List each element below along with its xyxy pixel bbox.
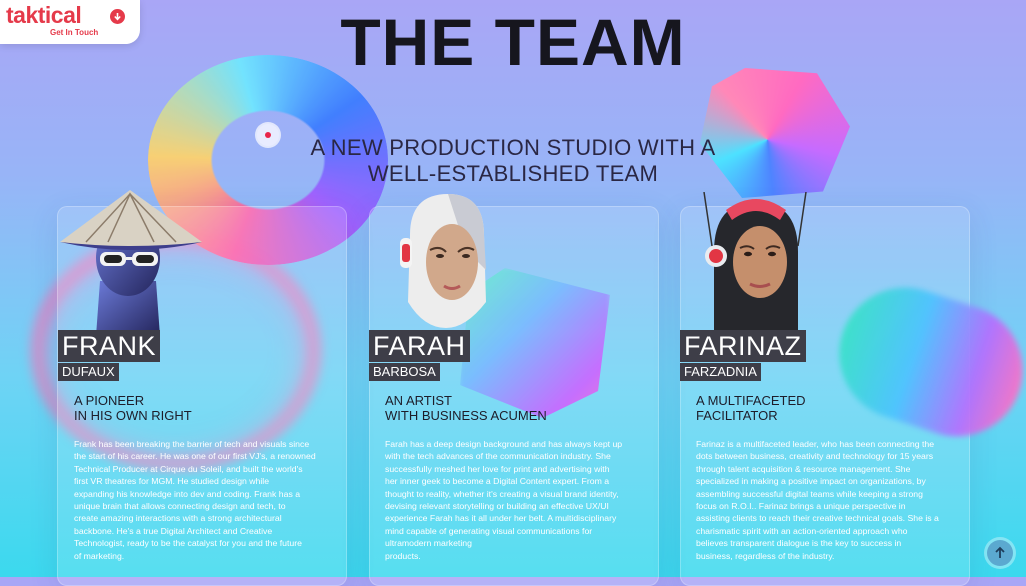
subtitle-line: WELL-ESTABLISHED TEAM (367, 161, 659, 186)
farinaz-last-name: FARZADNIA (680, 363, 761, 381)
role-line: WITH BUSINESS ACUMEN (385, 408, 547, 423)
bio-line: her inner geek to become a Digital Conte… (385, 476, 610, 487)
bio-line: dots between business, creativity and te… (696, 451, 934, 462)
bio-line: assembling successful digital teams whil… (696, 488, 923, 499)
bio-line: Farah has a deep design background and h… (385, 439, 623, 449)
page-title: THE TEAM (340, 5, 686, 79)
frank-role: A PIONEER IN HIS OWN RIGHT (74, 393, 192, 423)
role-line: IN HIS OWN RIGHT (74, 408, 192, 423)
bio-line: Frank has been breaking the barrier of t… (74, 439, 310, 449)
bio-line: backbone. He's a true Digital Architect … (74, 525, 273, 536)
farinaz-role: A MULTIFACETED FACILITATOR (696, 393, 806, 423)
scroll-to-top-button[interactable] (987, 540, 1013, 566)
bio-line: of marketing. (74, 550, 125, 561)
bio-line: create amazing interactions with a stron… (74, 513, 282, 524)
cursor-dot (257, 124, 279, 146)
farinaz-avatar (703, 192, 807, 332)
farah-first-name: FARAH (369, 330, 470, 362)
role-line: A PIONEER (74, 393, 145, 408)
bio-line: mind capable of generating visual commun… (385, 525, 593, 536)
bio-line: through talent acquisition & resource ma… (696, 463, 911, 474)
frank-first-name: FRANK (58, 330, 161, 362)
bio-line: the start of his career. He was one of o… (74, 451, 316, 462)
farinaz-first-name: FARINAZ (680, 330, 806, 362)
page-subtitle: A NEW PRODUCTION STUDIO WITH A WELL-ESTA… (300, 135, 726, 187)
bio-line: ultramodern marketing (385, 538, 472, 549)
bio-line: Technical Producer at Cirque du Soleil, … (74, 463, 303, 474)
bio-line: unique brain that allows connecting desi… (74, 501, 286, 512)
subtitle-line: A NEW PRODUCTION STUDIO WITH A (310, 135, 716, 160)
bio-line: first VR theatres for MGM. He studied de… (74, 476, 270, 487)
arrow-up-icon (995, 546, 1005, 558)
frank-last-name: DUFAUX (58, 363, 119, 381)
bio-line: successfully meshed her love for print a… (385, 463, 610, 474)
bio-line: charismatic spirit with an action-orient… (696, 525, 908, 536)
bio-line: assisting clients to reach their creativ… (696, 513, 939, 524)
farinaz-bio: Farinaz is a multifaceted leader, who ha… (696, 438, 954, 562)
bio-line: focus on R.O.I.. Farinaz brings a unique… (696, 501, 906, 512)
bio-line: devising relevant storytelling or buildi… (385, 501, 609, 512)
bio-line: thought to reality, whether it's creatin… (385, 488, 619, 499)
bio-line: business, regardless of the industry. (696, 550, 835, 561)
frank-avatar (60, 190, 202, 336)
bio-line: believes transparent dialogue is the key… (696, 538, 902, 549)
bio-line: with the tech advances of the communicat… (385, 451, 611, 462)
role-line: FACILITATOR (696, 408, 778, 423)
farah-role: AN ARTIST WITH BUSINESS ACUMEN (385, 393, 547, 423)
frank-bio: Frank has been breaking the barrier of t… (74, 438, 332, 562)
bio-line: specialized in making a positive impact … (696, 476, 926, 487)
farah-bio: Farah has a deep design background and h… (385, 438, 643, 562)
bio-line: expanding his knowledge into dev and cod… (74, 488, 301, 499)
role-line: A MULTIFACETED (696, 393, 806, 408)
bio-line: Farinaz is a multifaceted leader, who ha… (696, 439, 935, 449)
bio-line: Technologist, ready to be the catalyst f… (74, 538, 302, 549)
role-line: AN ARTIST (385, 393, 452, 408)
bio-line: experience Farah has it all under her be… (385, 513, 617, 524)
farah-last-name: BARBOSA (369, 363, 440, 381)
farah-avatar (400, 194, 486, 328)
bio-line: products. (385, 550, 421, 561)
